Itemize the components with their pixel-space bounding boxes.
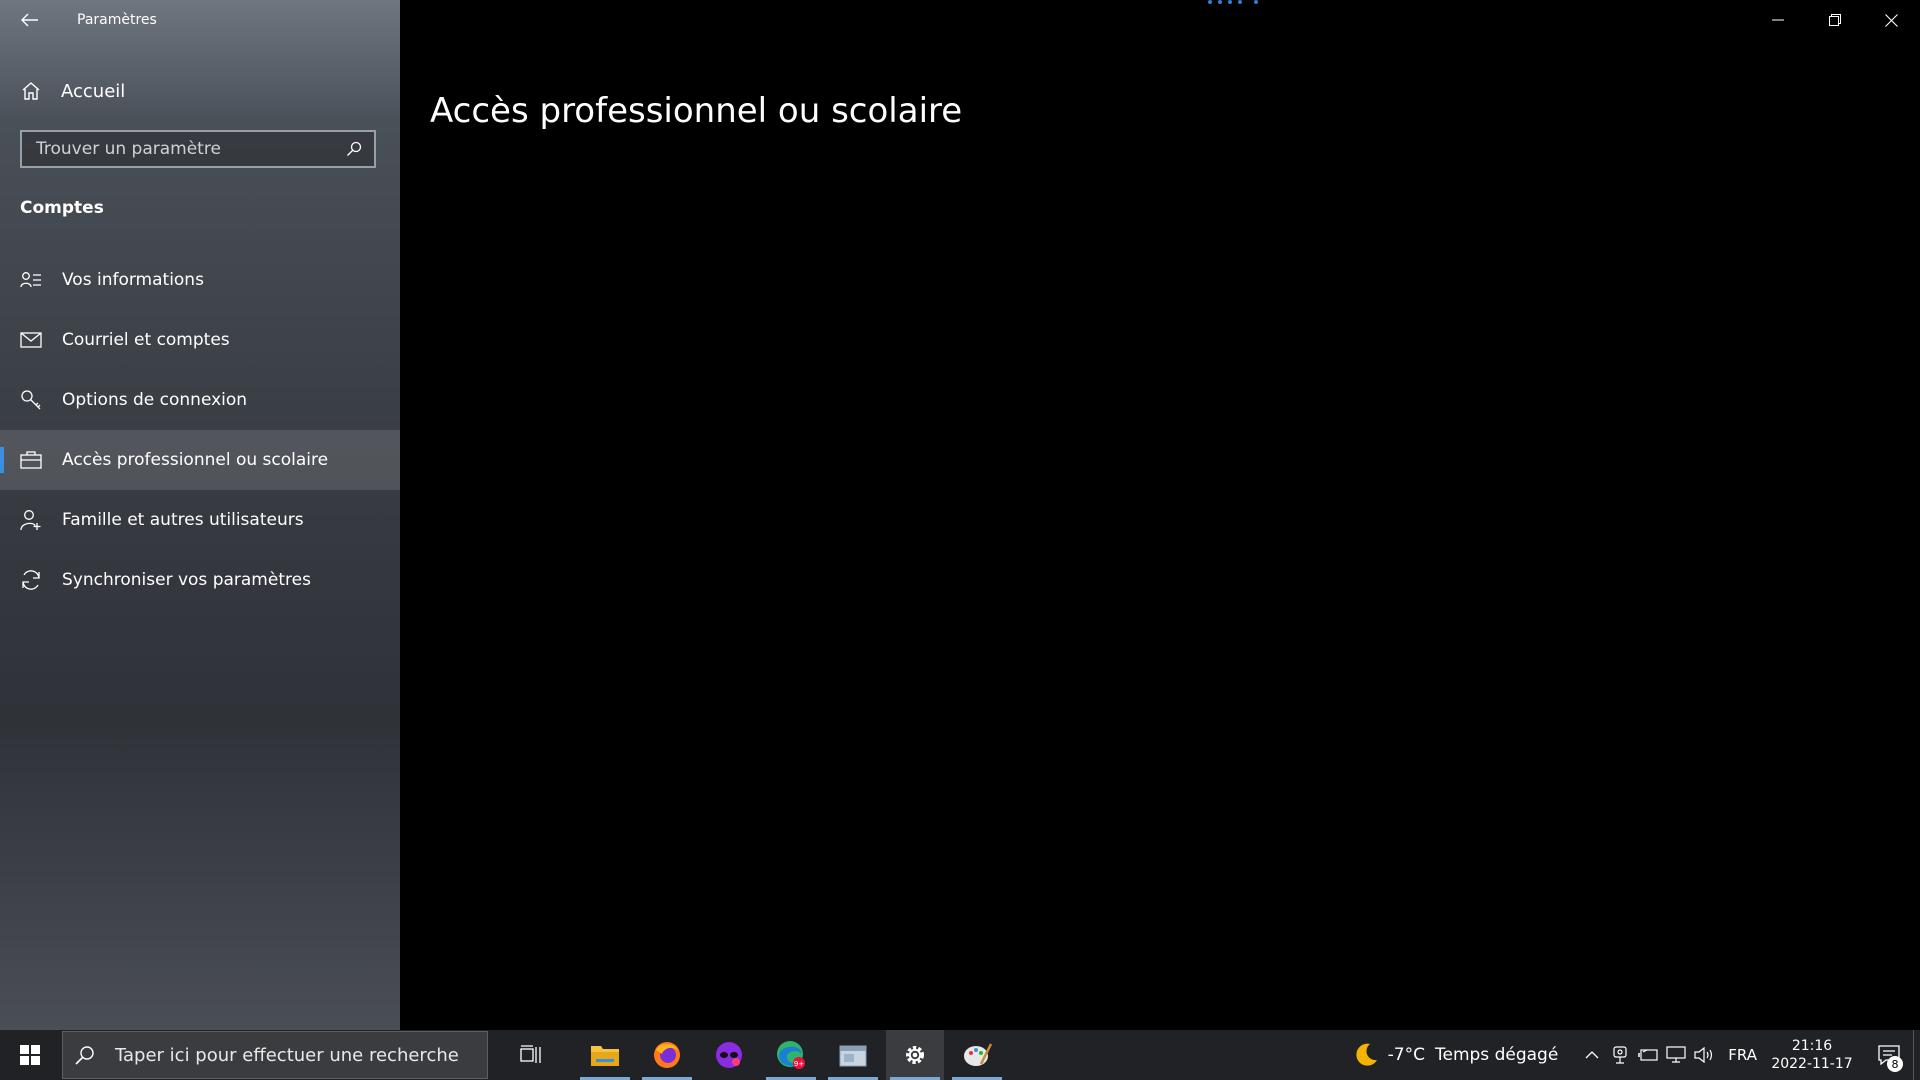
taskbar-search[interactable]: Taper ici pour effectuer une recherche bbox=[62, 1031, 488, 1079]
restore-button[interactable] bbox=[1806, 0, 1863, 40]
mask-app-icon bbox=[716, 1042, 742, 1068]
clock-time: 21:16 bbox=[1791, 1038, 1833, 1054]
task-view-icon bbox=[520, 1045, 541, 1063]
close-button[interactable] bbox=[1863, 0, 1920, 40]
chevron-up-icon bbox=[1585, 1051, 1599, 1059]
key-icon bbox=[19, 388, 43, 412]
show-hidden-icons-button[interactable] bbox=[1578, 1030, 1606, 1080]
firefox-icon bbox=[654, 1042, 680, 1068]
sidebar-item-label: Synchroniser vos paramètres bbox=[62, 570, 311, 590]
tray-volume-button[interactable] bbox=[1690, 1030, 1718, 1080]
camera-icon bbox=[1613, 1046, 1627, 1064]
taskbar-app-settings[interactable] bbox=[886, 1030, 944, 1080]
search-icon[interactable] bbox=[338, 133, 370, 165]
sidebar-item-label: Courriel et comptes bbox=[62, 330, 230, 350]
sidebar-item-work-school[interactable]: Accès professionnel ou scolaire bbox=[0, 430, 400, 490]
weather-temperature: -7°C bbox=[1387, 1045, 1425, 1065]
sync-icon bbox=[19, 568, 43, 592]
taskbar-search-placeholder: Taper ici pour effectuer une recherche bbox=[115, 1044, 459, 1066]
sidebar-item-email-accounts[interactable]: Courriel et comptes bbox=[0, 310, 400, 370]
clock-date: 2022-11-17 bbox=[1771, 1056, 1853, 1072]
input-language[interactable]: FRA bbox=[1728, 1046, 1757, 1064]
page-title: Accès professionnel ou scolaire bbox=[430, 90, 963, 131]
loading-dot bbox=[1254, 0, 1258, 4]
loading-dot bbox=[1228, 0, 1232, 4]
window-controls bbox=[1749, 0, 1920, 40]
sidebar-item-label: Vos informations bbox=[62, 270, 204, 290]
nav-home[interactable]: Accueil bbox=[0, 68, 400, 114]
app-title: Paramètres bbox=[77, 12, 157, 28]
taskbar-app-firefox[interactable] bbox=[638, 1030, 696, 1080]
app-window-icon bbox=[839, 1045, 867, 1067]
nav-home-label: Accueil bbox=[61, 80, 126, 102]
taskbar-app-edge[interactable]: 9+ bbox=[762, 1030, 820, 1080]
restore-icon bbox=[1828, 14, 1841, 26]
sidebar-item-sync-settings[interactable]: Synchroniser vos paramètres bbox=[0, 550, 400, 610]
close-icon bbox=[1885, 13, 1898, 27]
main-content: Accès professionnel ou scolaire bbox=[400, 0, 1920, 1030]
folder-icon bbox=[591, 1046, 619, 1066]
sidebar-item-sign-in-options[interactable]: Options de connexion bbox=[0, 370, 400, 430]
taskbar-app-mask[interactable] bbox=[700, 1030, 758, 1080]
loading-dot bbox=[1208, 0, 1212, 4]
svg-text:9+: 9+ bbox=[794, 1060, 804, 1068]
sidebar-item-label: Accès professionnel ou scolaire bbox=[62, 450, 329, 470]
system-tray: -7°C Temps dégagé FRA 21:16 2022-11-17 8 bbox=[1352, 1030, 1920, 1080]
edge-icon: 9+ bbox=[777, 1041, 805, 1069]
home-icon bbox=[19, 79, 43, 103]
weather-widget[interactable]: -7°C Temps dégagé bbox=[1352, 1041, 1559, 1069]
taskbar-app-file-explorer[interactable] bbox=[576, 1030, 634, 1080]
start-button[interactable] bbox=[0, 1030, 60, 1080]
minimize-button[interactable] bbox=[1749, 0, 1806, 40]
sidebar-item-your-info[interactable]: Vos informations bbox=[0, 250, 400, 310]
gear-icon bbox=[906, 1046, 924, 1064]
back-arrow-icon bbox=[21, 13, 38, 27]
search-icon bbox=[75, 1045, 105, 1065]
sidebar-item-label: Famille et autres utilisateurs bbox=[62, 510, 304, 530]
taskbar-app-window[interactable] bbox=[824, 1030, 882, 1080]
clock[interactable]: 21:16 2022-11-17 bbox=[1769, 1037, 1855, 1073]
taskbar: Taper ici pour effectuer une recherche 9… bbox=[0, 1030, 1920, 1080]
settings-search-box[interactable] bbox=[20, 130, 376, 168]
briefcase-icon bbox=[19, 448, 43, 472]
settings-search-input[interactable] bbox=[22, 138, 338, 160]
tray-battery-button[interactable] bbox=[1634, 1030, 1662, 1080]
volume-icon bbox=[1694, 1047, 1713, 1063]
person-add-icon bbox=[19, 508, 43, 532]
tray-camera-button[interactable] bbox=[1606, 1030, 1634, 1080]
show-desktop-button[interactable] bbox=[1913, 1030, 1920, 1080]
mail-icon bbox=[19, 328, 43, 352]
section-title: Comptes bbox=[20, 198, 104, 218]
loading-dot bbox=[1218, 0, 1222, 4]
loading-dot bbox=[1238, 0, 1242, 4]
title-bar-left: Paramètres bbox=[0, 0, 400, 40]
tray-network-button[interactable] bbox=[1662, 1030, 1690, 1080]
battery-icon bbox=[1638, 1049, 1658, 1061]
weather-condition: Temps dégagé bbox=[1435, 1045, 1559, 1065]
notification-count-badge: 8 bbox=[1887, 1056, 1903, 1072]
loading-indicator bbox=[1208, 0, 1258, 4]
sidebar: Paramètres Accueil Comptes Vos informati… bbox=[0, 0, 400, 1030]
person-info-icon bbox=[19, 268, 43, 292]
back-button[interactable] bbox=[16, 8, 44, 32]
windows-logo-icon bbox=[20, 1045, 40, 1065]
network-icon bbox=[1666, 1046, 1686, 1063]
action-center-button[interactable]: 8 bbox=[1865, 1030, 1913, 1080]
task-view-button[interactable] bbox=[502, 1030, 560, 1080]
paint-palette-icon bbox=[964, 1043, 993, 1066]
moon-icon bbox=[1356, 1043, 1377, 1066]
sidebar-item-family-users[interactable]: Famille et autres utilisateurs bbox=[0, 490, 400, 550]
sidebar-item-label: Options de connexion bbox=[62, 390, 248, 410]
taskbar-app-paint[interactable] bbox=[948, 1030, 1006, 1080]
nav-list: Vos informations Courriel et comptes Opt… bbox=[0, 250, 400, 610]
minimize-icon bbox=[1771, 19, 1784, 21]
